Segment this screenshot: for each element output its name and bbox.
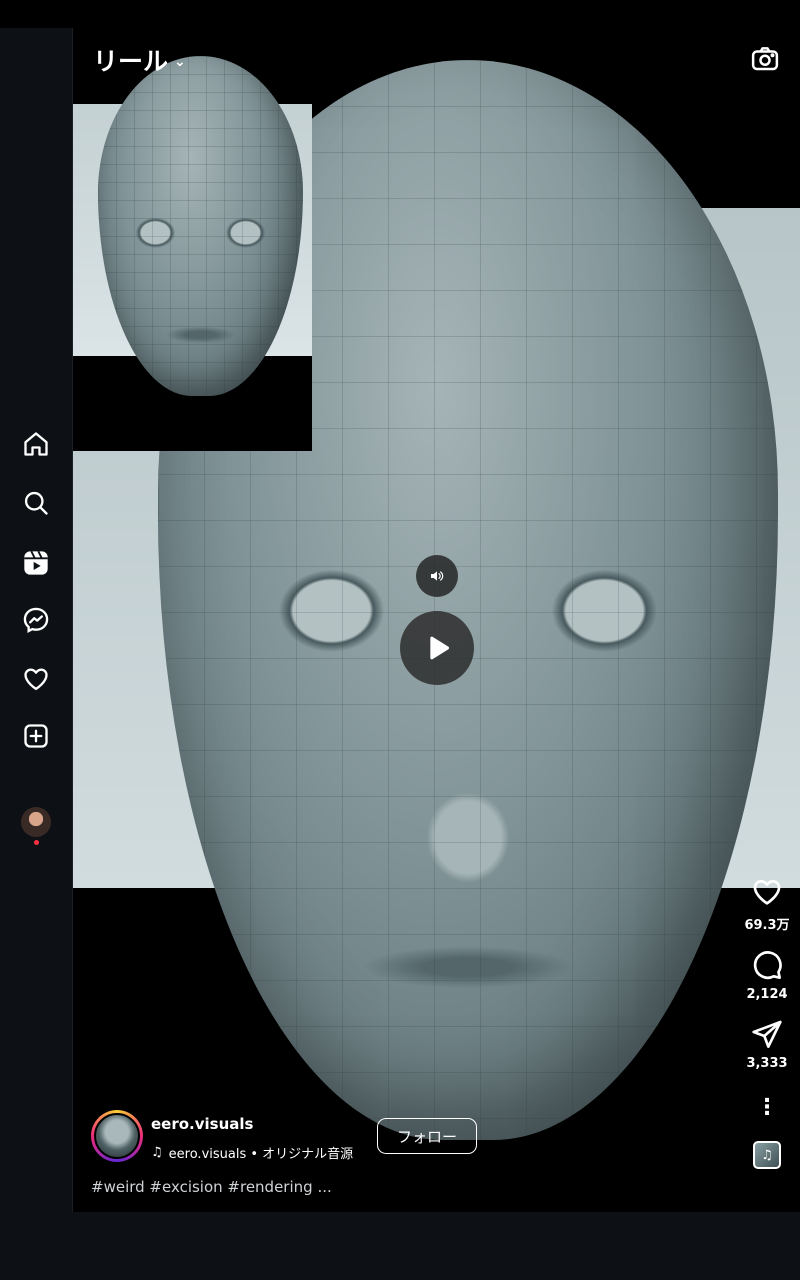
follow-button[interactable]: フォロー — [377, 1118, 477, 1154]
speaker-icon[interactable] — [416, 555, 458, 597]
music-note-icon: ♫ — [151, 1145, 163, 1160]
audio-link[interactable]: ♫ eero.visuals • オリジナル音源 — [151, 1143, 353, 1162]
play-icon[interactable] — [400, 611, 474, 685]
author-username[interactable]: eero.visuals — [151, 1115, 253, 1133]
reel-caption[interactable]: #weird #excision #rendering ... — [91, 1178, 332, 1196]
page-title-dropdown[interactable]: リール ⌄ — [93, 42, 186, 78]
more-vertical-icon[interactable]: ⋮ — [756, 1097, 778, 1119]
audio-thumbnail[interactable]: ♫ — [753, 1141, 781, 1169]
reel-video[interactable]: リール ⌄ 69.3万 2,124 3,333 ⋮ ♫ eero.visuals… — [73, 28, 800, 1212]
audio-label: eero.visuals • オリジナル音源 — [168, 1147, 354, 1162]
sidebar — [0, 28, 73, 1280]
comment-icon[interactable] — [751, 949, 783, 981]
profile-avatar[interactable] — [21, 807, 51, 837]
search-icon[interactable] — [18, 485, 54, 521]
bottom-area — [0, 1212, 800, 1280]
music-note-icon: ♫ — [761, 1147, 773, 1163]
page-title: リール — [93, 47, 169, 76]
share-count: 3,333 — [746, 1056, 788, 1071]
chevron-down-icon: ⌄ — [174, 54, 186, 70]
home-icon[interactable] — [18, 426, 54, 462]
messenger-icon[interactable] — [18, 602, 54, 638]
status-bar — [0, 0, 800, 28]
plus-square-icon[interactable] — [18, 718, 54, 754]
like-count: 69.3万 — [744, 918, 790, 933]
comment-action: 2,124 — [746, 949, 788, 1002]
paper-plane-icon[interactable] — [751, 1018, 783, 1050]
reels-icon[interactable] — [18, 545, 54, 581]
camera-icon[interactable] — [750, 44, 780, 74]
comment-count: 2,124 — [746, 987, 788, 1002]
reel-actions: 69.3万 2,124 3,333 ⋮ ♫ — [734, 876, 800, 1169]
notification-dot — [34, 840, 39, 845]
share-action: 3,333 — [746, 1018, 788, 1071]
heart-icon[interactable] — [18, 661, 54, 697]
heart-icon[interactable] — [751, 876, 783, 908]
video-inset — [73, 56, 312, 451]
like-action: 69.3万 — [744, 876, 790, 933]
author-avatar[interactable] — [91, 1110, 143, 1162]
